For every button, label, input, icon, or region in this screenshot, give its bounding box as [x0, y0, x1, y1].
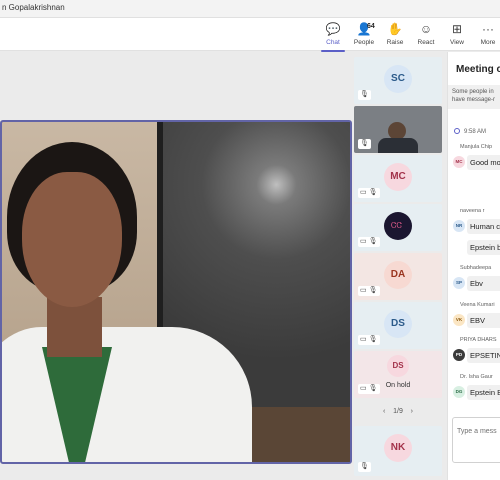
avatar: DS [387, 355, 409, 377]
meeting-toolbar: 💬 Chat 👤 64 People ✋ Raise ☺ React ⊞ Vie… [0, 18, 500, 52]
mic-icon: 🎙 [368, 238, 378, 245]
pager-next-button[interactable]: › [405, 408, 419, 415]
mic-icon: 🎙 [368, 287, 378, 294]
mic-status: ▭ 🎙 [358, 384, 380, 394]
participant-count: 64 [367, 23, 375, 30]
participant-body [378, 138, 418, 153]
camera-off-icon: ▭ [360, 238, 367, 245]
avatar: SP [453, 277, 465, 289]
avatar: DG [453, 386, 465, 398]
avatar: NR [453, 220, 465, 232]
mic-icon: 🎙 [360, 91, 369, 98]
banner-line-1: Some people in [452, 89, 494, 95]
avatar: MC [453, 156, 465, 168]
people-button[interactable]: 👤 64 People [348, 20, 380, 50]
chat-message[interactable]: Epstein b [467, 240, 500, 255]
camera-off-icon: ▭ [360, 287, 367, 294]
meeting-stage [0, 52, 352, 480]
participant-tile[interactable]: MC ▭ 🎙 [354, 155, 442, 202]
camera-off-icon: ▭ [360, 336, 367, 343]
participant-tile[interactable]: DA ▭ 🎙 [354, 253, 442, 300]
message-sender: Dr. Isha Gaur [460, 374, 493, 380]
avatar: PD [453, 349, 465, 361]
more-icon: ··· [482, 22, 494, 36]
status-dot-icon [454, 128, 460, 134]
speaker-face [22, 172, 122, 307]
pager-prev-button[interactable]: ‹ [377, 408, 391, 415]
message-sender: Veena Kumari [460, 302, 495, 308]
participant-tile-video[interactable]: 🎙 [354, 106, 442, 153]
logo-glyph: ᏣᏣ [391, 221, 403, 230]
participant-rail: SC 🎙 🎙 MC ▭ 🎙 ᏣᏣ ▭ 🎙 DA ▭ 🎙 DS ▭ 🎙 DS On hol… [354, 52, 442, 480]
chat-message[interactable]: Ebv [467, 276, 500, 291]
view-button-label: View [450, 39, 464, 46]
mic-icon: 🎙 [368, 189, 378, 196]
mic-status: 🎙 [358, 90, 371, 100]
mic-icon: 🎙 [368, 385, 378, 392]
chat-icon: 💬 [325, 22, 341, 36]
thumbnail-pager: ‹ 1/9 › [354, 408, 442, 422]
camera-off-icon: ▭ [360, 385, 367, 392]
react-button[interactable]: ☺ React [410, 20, 442, 50]
avatar: MC [384, 163, 412, 191]
people-button-label: People [353, 39, 375, 46]
compose-placeholder: Type a mess [457, 428, 497, 435]
chat-message[interactable]: Good mo [467, 155, 500, 170]
chat-message[interactable]: Epstein B [467, 385, 500, 400]
chat-message[interactable]: EBV [467, 313, 500, 328]
mic-icon: 🎙 [368, 336, 378, 343]
avatar: DS [384, 310, 412, 338]
camera-off-icon: ▭ [360, 189, 367, 196]
message-sender: Manjula Chip [460, 144, 493, 150]
speaker-coat [2, 327, 252, 462]
react-icon: ☺ [419, 22, 433, 36]
mic-status: ▭ 🎙 [358, 237, 380, 247]
mic-status: 🎙 [358, 139, 371, 149]
view-button[interactable]: ⊞ View [441, 20, 473, 50]
view-icon: ⊞ [451, 22, 463, 36]
message-sender: Subhadeepa [460, 265, 492, 271]
participant-tile[interactable]: ᏣᏣ ▭ 🎙 [354, 204, 442, 251]
message-sender: naveena r [460, 208, 485, 214]
participant-tile-on-hold[interactable]: DS On hold ▭ 🎙 [354, 351, 442, 398]
participant-tile[interactable]: DS ▭ 🎙 [354, 302, 442, 349]
more-button[interactable]: ··· More [472, 20, 500, 50]
chat-button[interactable]: 💬 Chat [317, 20, 349, 52]
mic-status: ▭ 🎙 [358, 188, 380, 198]
banner-line-2: have message-r [452, 97, 496, 103]
chat-message[interactable]: EPSETIN [467, 348, 500, 363]
participant-tile[interactable]: NK 🎙 [354, 426, 442, 476]
raise-hand-button[interactable]: ✋ Raise [379, 20, 411, 50]
mic-icon: 🎙 [360, 463, 369, 470]
more-button-label: More [480, 39, 496, 46]
chat-banner: Some people in have message-r [448, 85, 500, 109]
raise-hand-icon: ✋ [387, 22, 403, 36]
raise-button-label: Raise [386, 39, 404, 46]
chat-button-label: Chat [326, 39, 340, 46]
timestamp-text: 9:58 AM [464, 129, 487, 135]
window-title: n Gopalakrishnan [2, 3, 65, 12]
avatar: SC [384, 65, 412, 93]
react-button-label: React [417, 39, 435, 46]
active-speaker-video[interactable] [0, 120, 352, 464]
chat-panel-title: Meeting c [456, 64, 500, 75]
mic-status: ▭ 🎙 [358, 335, 380, 345]
mic-status: 🎙 [358, 462, 371, 472]
pager-indicator: 1/9 [393, 408, 403, 415]
meeting-chat-panel: Meeting c Some people in have message-r … [447, 52, 500, 480]
chat-message[interactable]: Human c [467, 219, 500, 234]
avatar: NK [384, 434, 412, 462]
participant-logo: ᏣᏣ [384, 212, 412, 240]
message-timestamp: 9:58 AM [454, 128, 486, 135]
mic-icon: 🎙 [360, 140, 369, 147]
people-icon: 👤 [356, 22, 372, 36]
title-bar: n Gopalakrishnan [0, 0, 500, 18]
mic-status: ▭ 🎙 [358, 286, 380, 296]
message-sender: PRIYA DHARS [460, 337, 497, 343]
compose-message-box[interactable]: Type a mess [452, 417, 500, 463]
avatar: DA [384, 261, 412, 289]
avatar: VK [453, 314, 465, 326]
participant-tile[interactable]: SC 🎙 [354, 57, 442, 104]
